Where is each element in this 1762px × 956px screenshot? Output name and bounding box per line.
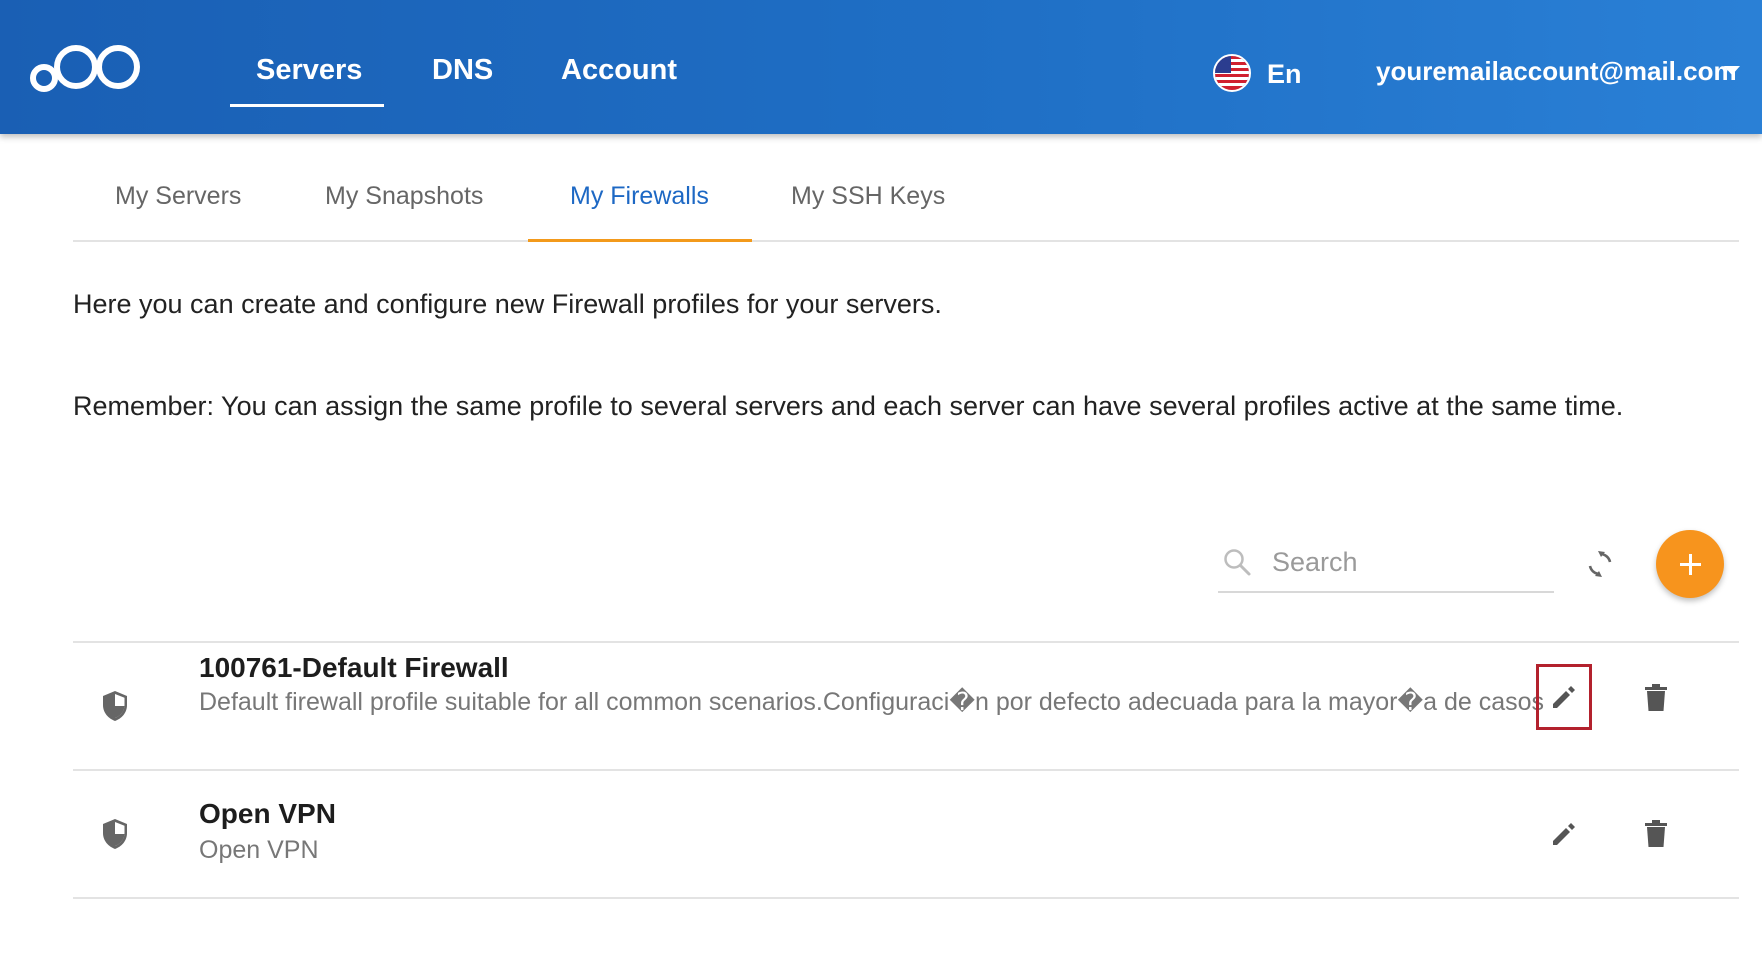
search-icon	[1224, 549, 1251, 576]
tab-my-servers[interactable]: My Servers	[115, 176, 241, 216]
firewall-list: 100761-Default Firewall Default firewall…	[73, 641, 1739, 899]
intro-text: Here you can create and configure new Fi…	[73, 289, 942, 319]
nav-active-indicator	[230, 104, 384, 107]
firewall-name: 100761-Default Firewall	[199, 652, 509, 683]
tab-my-snapshots[interactable]: My Snapshots	[325, 176, 483, 216]
pencil-icon	[1553, 686, 1575, 708]
us-flag-icon[interactable]	[1213, 54, 1251, 92]
firewall-description: Default firewall profile suitable for al…	[199, 688, 1545, 716]
nav-dns[interactable]: DNS	[432, 50, 493, 90]
list-item[interactable]: 100761-Default Firewall Default firewall…	[73, 641, 1739, 769]
sub-tabs: My Servers My Snapshots My Firewalls My …	[73, 168, 1739, 242]
nav-servers[interactable]: Servers	[256, 50, 362, 90]
search-field[interactable]	[1218, 535, 1554, 593]
search-input[interactable]	[1270, 541, 1544, 583]
delete-button[interactable]	[1636, 673, 1676, 723]
edit-button[interactable]	[1536, 664, 1592, 730]
shield-icon	[103, 691, 127, 721]
shield-icon	[103, 819, 127, 849]
tab-my-firewalls[interactable]: My Firewalls	[570, 176, 709, 216]
refresh-icon[interactable]	[1584, 548, 1616, 580]
tab-active-indicator	[528, 239, 752, 242]
delete-button[interactable]	[1636, 809, 1676, 859]
trash-icon	[1645, 684, 1667, 711]
nav-account[interactable]: Account	[561, 50, 677, 90]
language-selector[interactable]: En	[1267, 56, 1302, 92]
list-item[interactable]: Open VPN Open VPN	[73, 769, 1739, 899]
firewall-name: Open VPN	[199, 798, 336, 829]
add-firewall-button[interactable]	[1656, 530, 1724, 598]
trash-icon	[1645, 820, 1667, 847]
logo-icon[interactable]	[30, 38, 146, 96]
pencil-icon	[1553, 823, 1575, 845]
remember-text: Remember: You can assign the same profil…	[73, 391, 1624, 421]
top-navbar: Servers DNS Account En youremailaccount@…	[0, 0, 1762, 134]
user-email-menu[interactable]: youremailaccount@mail.com	[1376, 52, 1737, 90]
tab-my-ssh-keys[interactable]: My SSH Keys	[791, 176, 945, 216]
edit-button[interactable]	[1536, 801, 1592, 867]
firewall-description: Open VPN	[199, 836, 319, 864]
chevron-down-icon[interactable]	[1724, 66, 1740, 75]
